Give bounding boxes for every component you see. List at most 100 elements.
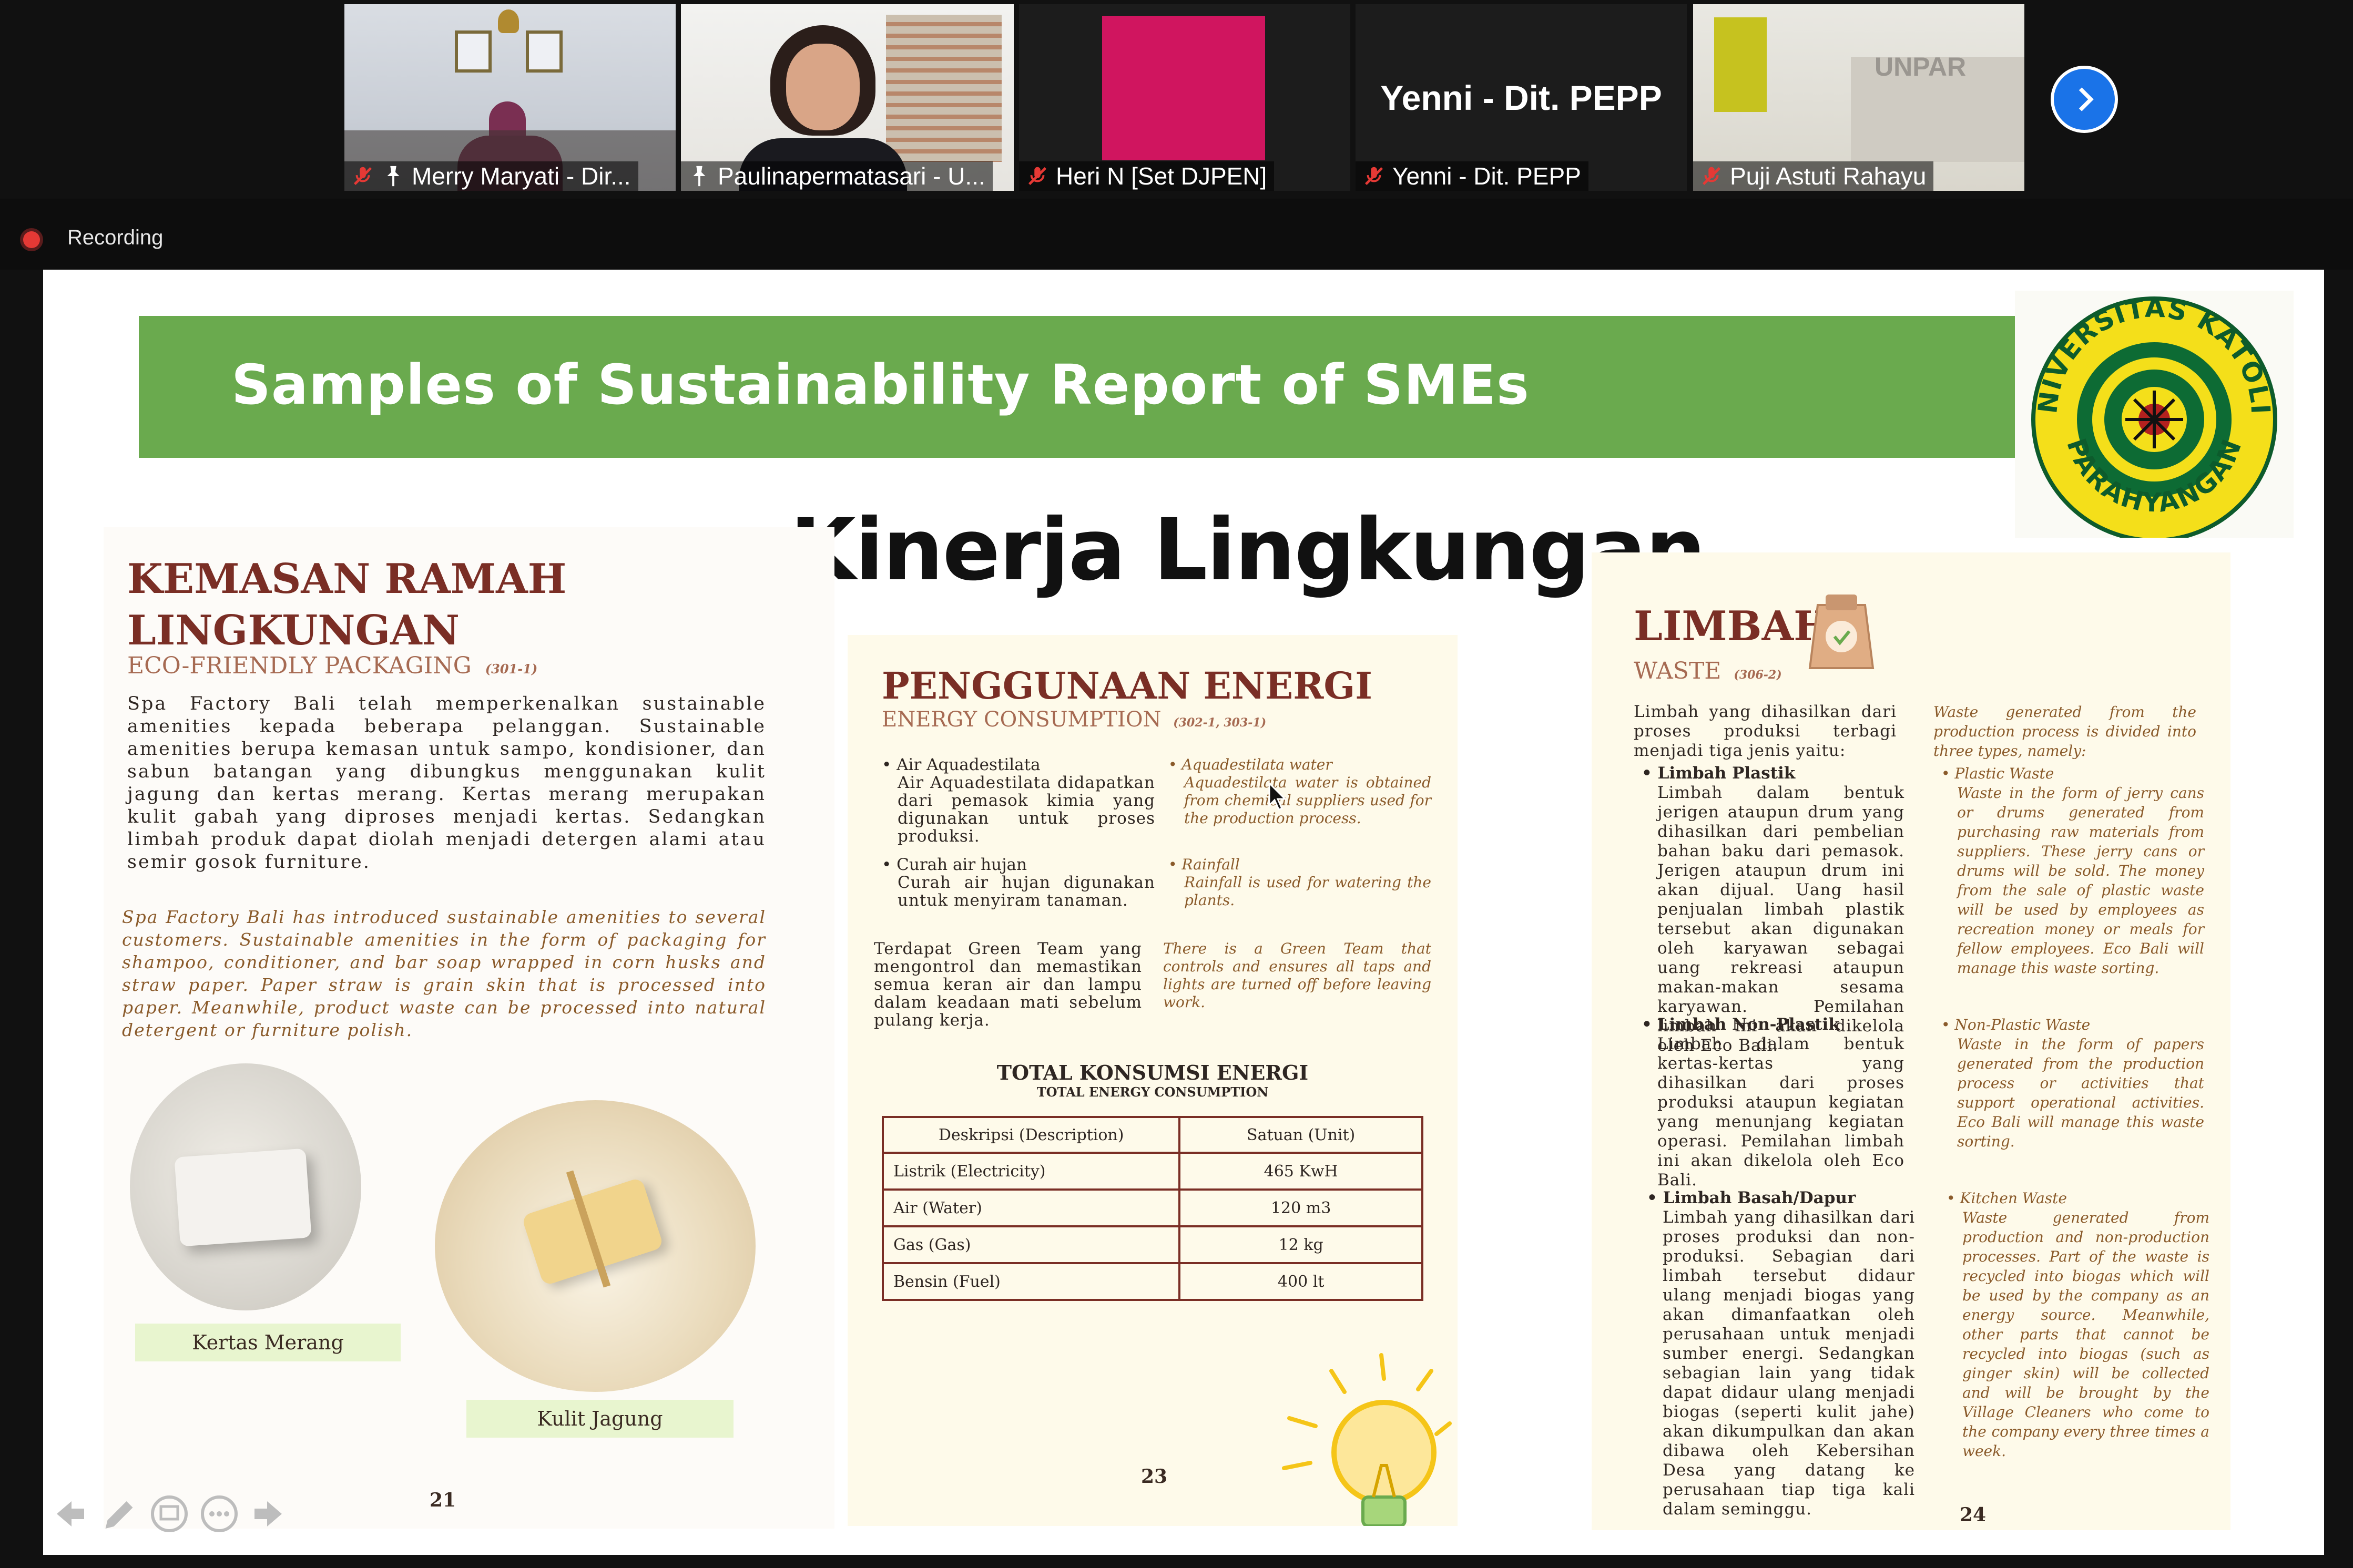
participant-name: Heri N [Set DJPEN] [1056,162,1267,190]
energy-table-heading: TOTAL KONSUMSI ENERGI TOTAL ENERGY CONSU… [848,1061,1458,1100]
bullet-line: • Limbah Non-Plastik [1642,1015,1840,1034]
energy-unit-cell: 400 lt [1178,1262,1423,1301]
lightbulb-icon [1282,1353,1452,1526]
photo-straw-paper-soap [130,1063,361,1310]
more-icon[interactable] [198,1493,240,1535]
pin-icon [693,166,706,187]
building-background [886,15,1002,162]
person-face [786,44,860,130]
bullet-line: • Kitchen Waste [1947,1190,2067,1207]
participant-name: Puji Astuti Rahayu [1730,162,1927,190]
energy-table-row: Air (Water) 120 m3 [881,1188,1423,1227]
participant-tile-5[interactable]: UNPAR Puji Astuti Rahayu [1693,4,2024,191]
energy-table-subtitle: TOTAL ENERGY CONSUMPTION [1036,1084,1269,1100]
s3-en-body: Waste generated from production and non-… [1962,1209,2209,1460]
shared-slide: Samples of Sustainability Report of SMEs… [43,270,2324,1555]
s2-en-title: Non-Plastic Waste [1954,1016,2091,1033]
page24-ref: (306-2) [1734,668,1782,682]
mic-muted-icon [1364,167,1383,186]
recording-dot-icon [23,231,40,248]
item2-id-body: Curah air hujan digunakan untuk menyiram… [898,873,1155,910]
wall-portrait-left [455,30,492,73]
item1-en-body: Aquadestilata water is obtained from che… [1184,774,1431,827]
waste-plastic-en: • Plastic Waste Waste in the form of jer… [1941,764,2204,978]
bullet-line: • Curah air hujan [882,855,1027,874]
screen-icon[interactable] [148,1493,190,1535]
bullet-line: • Non-Plastic Waste [1941,1016,2091,1033]
report-page-21: KEMASAN RAMAH LINGKUNGAN ECO-FRIENDLY PA… [104,527,834,1529]
mic-muted-icon [353,167,372,186]
page23-ref: (302-1, 303-1) [1173,716,1267,730]
page24-subtitle-text: WASTE [1634,658,1722,684]
page21-subtitle: ECO-FRIENDLY PACKAGING (301-1) [127,652,537,679]
waste-kitchen-id: • Limbah Basah/Dapur Limbah yang dihasil… [1647,1188,1915,1519]
item1-en-title: Aquadestilata water [1181,756,1332,773]
participant-name-bar: Merry Maryati - Dir... [344,161,638,191]
participant-tile-3[interactable]: Heri N [Set DJPEN] [1019,4,1350,191]
caption-kertas-merang: Kertas Merang [135,1324,401,1361]
page24-subtitle: WASTE (306-2) [1634,658,1782,684]
participant-name: Yenni - Dit. PEPP [1392,162,1581,190]
waste-nonplastic-en: • Non-Plastic Waste Waste in the form of… [1941,1015,2204,1151]
page21-subtitle-text: ECO-FRIENDLY PACKAGING [127,652,472,679]
energy-table-row: Listrik (Electricity) 465 KwH [881,1152,1423,1191]
participant-name: Merry Maryati - Dir... [412,162,631,190]
banner-title: Samples of Sustainability Report of SMEs [231,353,1530,417]
energy-description-cell: Listrik (Electricity) [881,1152,1181,1191]
page21-title: KEMASAN RAMAH LINGKUNGAN [127,554,566,657]
photo-corn-husk-soap [435,1100,756,1392]
waste-intro-id: Limbah yang dihasilkan dari proses produ… [1634,702,1897,760]
mic-muted-icon [1702,167,1721,186]
participant-tile-4[interactable]: Yenni - Dit. PEPP Yenni - Dit. PEPP [1356,4,1687,191]
page21-title-line1: KEMASAN RAMAH [127,555,567,603]
slide-main-title: Kinerja Lingkungan [790,501,1706,600]
s3-en-title: Kitchen Waste [1960,1190,2067,1207]
energy-table-title: TOTAL KONSUMSI ENERGI [996,1061,1309,1084]
mic-muted-icon [1028,167,1047,186]
chevron-right-icon [2054,69,2115,130]
participant-avatar [1102,16,1265,160]
s3-id-body: Limbah yang dihasilkan dari proses produ… [1663,1208,1915,1519]
bullet-line: • Air Aquadestilata [882,755,1041,774]
energy-description-cell: Bensin (Fuel) [881,1262,1181,1301]
bullet-line: • Limbah Plastik [1642,764,1796,783]
recording-label: Recording [67,226,164,249]
green-team-en: There is a Green Team that controls and … [1163,940,1431,1011]
participant-name-bar: Paulinapermatasari - U... [681,161,993,191]
participant-name-bar: Puji Astuti Rahayu [1693,161,1934,191]
report-page-23: PENGGUNAAN ENERGI ENERGY CONSUMPTION (30… [848,635,1458,1526]
page21-title-line2: LINGKUNGAN [127,607,460,654]
recording-bar [0,199,2353,270]
pen-icon[interactable] [96,1493,140,1535]
energy-item-aquadestilata-en: • Aquadestilata water Aquadestilata wate… [1168,756,1431,827]
university-logo: UNIVERSITAS KATOLIK PARAHYANGAN [2004,270,2294,542]
energy-item-aquadestilata-id: • Air Aquadestilata Air Aquadestilata di… [882,756,1155,845]
waste-nonplastic-id: • Limbah Non-Plastik Limbah dalam bentuk… [1642,1015,1904,1190]
energy-table-header-row: Deskripsi (Description) Satuan (Unit) [881,1116,1423,1154]
mouse-cursor-icon [1268,782,1287,811]
arrow-right-icon[interactable] [248,1493,290,1535]
next-participants-button[interactable] [2051,66,2118,133]
item2-en-body: Rainfall is used for watering the plants… [1184,874,1431,909]
page-number-24: 24 [1960,1504,1987,1526]
item1-id-body: Air Aquadestilata didapatkan dari pemaso… [898,773,1155,846]
energy-description-cell: Gas (Gas) [881,1225,1181,1264]
pin-icon [387,166,400,187]
energy-table-header-cell: Satuan (Unit) [1178,1116,1423,1154]
item2-en-title: Rainfall [1181,856,1240,873]
s2-id-body: Limbah dalam bentuk kertas-kertas yang d… [1657,1034,1904,1190]
arrow-left-icon[interactable] [48,1493,90,1535]
participant-name: Paulinapermatasari - U... [718,162,985,190]
energy-table-header-cell: Deskripsi (Description) [881,1116,1181,1154]
page21-body-en: Spa Factory Bali has introduced sustaina… [122,907,766,1040]
waste-bag-icon [1808,595,1875,669]
energy-unit-cell: 465 KwH [1178,1152,1423,1191]
energy-description-cell: Air (Water) [881,1188,1181,1227]
report-page-24: LIMBAH WASTE (306-2) Limbah yang dihasil… [1592,552,2230,1530]
participant-tile-2[interactable]: Paulinapermatasari - U... [681,4,1014,191]
participant-tile-1[interactable]: Merry Maryati - Dir... [344,4,676,191]
caption-kulit-jagung: Kulit Jagung [466,1400,734,1438]
bullet-line: • Plastic Waste [1941,765,2054,782]
energy-consumption-table: Deskripsi (Description) Satuan (Unit) List… [881,1116,1423,1301]
page23-subtitle-text: ENERGY CONSUMPTION [882,708,1162,732]
